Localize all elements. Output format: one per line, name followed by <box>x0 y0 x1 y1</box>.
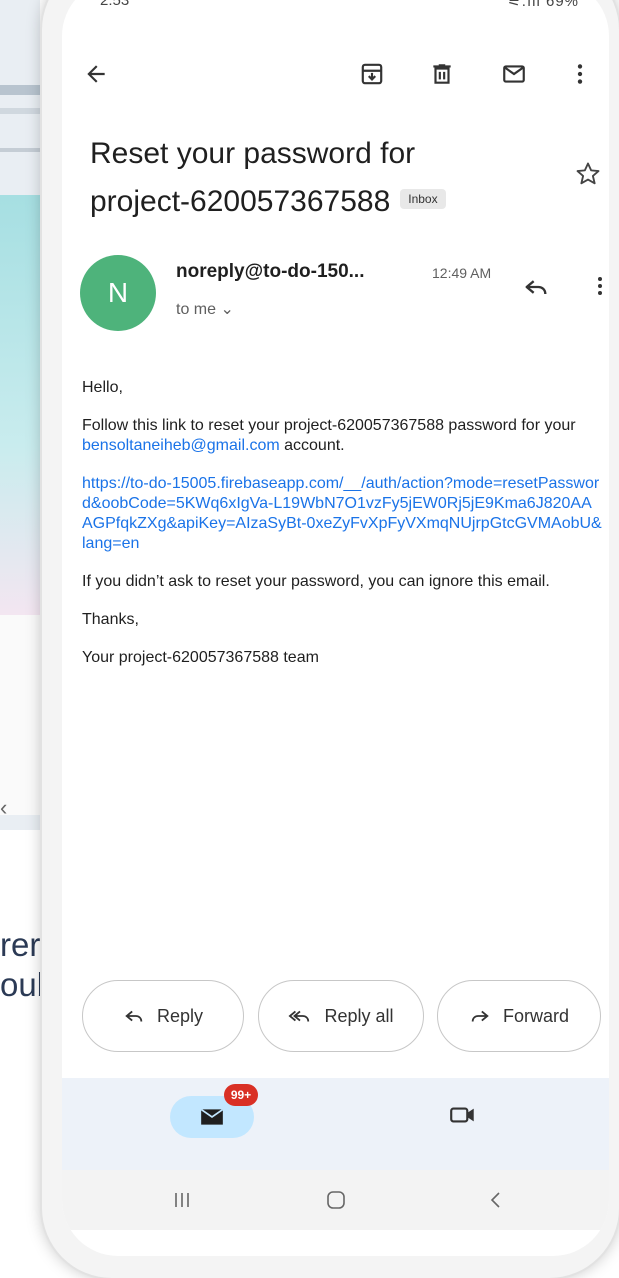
inbox-label-chip[interactable]: Inbox <box>400 189 446 210</box>
video-camera-icon <box>450 1107 474 1123</box>
recipient-details[interactable]: to me ⌄ <box>176 299 234 319</box>
reply-all-label: Reply all <box>324 1005 394 1026</box>
phone-screen: 2:53 ⚟.ıll 69% Reset your password for p… <box>62 0 609 1256</box>
more-vert-icon <box>577 64 583 84</box>
reset-link[interactable]: https://to-do-15005.firebaseapp.com/__/a… <box>82 474 602 554</box>
archive-icon <box>361 63 383 85</box>
subject-line: project-620057367588 Inbox <box>90 178 510 226</box>
reply-action-button[interactable]: Reply <box>82 980 244 1052</box>
mail-icon <box>503 65 525 83</box>
email-toolbar <box>62 48 609 104</box>
email-link[interactable]: bensoltaneiheb@gmail.com <box>82 437 280 454</box>
reply-actions: Reply Reply all Forward <box>82 980 609 1052</box>
body-paragraph: Follow this link to reset your project-6… <box>82 417 576 454</box>
reply-icon <box>525 280 547 295</box>
subject-line: Reset your password for <box>90 137 416 170</box>
background-bar <box>0 148 40 152</box>
background-graphic <box>0 195 40 615</box>
recents-button[interactable] <box>162 1184 202 1216</box>
trash-icon <box>433 64 451 84</box>
sender-row: N noreply@to-do-150... 12:49 AM to me ⌄ <box>80 255 609 335</box>
system-navigation-bar <box>62 1170 609 1230</box>
background-bar <box>0 108 40 114</box>
background-bar <box>0 85 40 95</box>
forward-button[interactable]: Forward <box>437 980 601 1052</box>
email-subject: Reset your password for project-62005736… <box>90 130 510 226</box>
avatar[interactable]: N <box>80 255 156 331</box>
star-icon <box>576 162 600 185</box>
arrow-left-icon <box>87 65 105 83</box>
more-options-button[interactable] <box>560 54 600 94</box>
background-window: ‹ <box>0 0 40 830</box>
greeting: Hello, <box>82 379 123 396</box>
delete-button[interactable] <box>422 54 462 94</box>
reply-button[interactable] <box>522 273 550 301</box>
reply-icon <box>125 1010 143 1022</box>
bottom-navigation: 99+ <box>62 1078 609 1170</box>
archive-button[interactable] <box>352 54 392 94</box>
message-more-button[interactable] <box>588 273 609 299</box>
chevron-left-icon: ‹ <box>0 795 8 820</box>
mark-unread-button[interactable] <box>494 54 534 94</box>
meet-tab[interactable] <box>448 1102 478 1128</box>
reply-label: Reply <box>156 1005 204 1026</box>
signature: Your project-620057367588 team <box>82 649 319 666</box>
subject-project: project-620057367588 <box>90 185 391 218</box>
more-vert-icon <box>598 277 602 295</box>
star-button[interactable] <box>574 160 602 188</box>
unread-badge: 99+ <box>224 1084 258 1106</box>
forward-label: Forward <box>502 1005 569 1026</box>
body-paragraph: If you didn’t ask to reset your password… <box>82 573 550 590</box>
reply-all-button[interactable]: Reply all <box>258 980 424 1052</box>
email-body: Hello, Follow this link to reset your pr… <box>82 378 602 686</box>
recents-icon <box>175 1193 189 1207</box>
background-card <box>0 615 40 815</box>
status-icons: ⚟.ıll 69% <box>507 0 579 10</box>
back-button[interactable] <box>76 54 116 94</box>
sender-address[interactable]: noreply@to-do-150... <box>176 261 365 283</box>
forward-icon <box>471 1010 489 1022</box>
thanks-text: Thanks, <box>82 611 139 628</box>
chevron-left-icon <box>490 1192 500 1208</box>
home-button[interactable] <box>316 1184 356 1216</box>
phone-frame: 2:53 ⚟.ıll 69% Reset your password for p… <box>42 0 619 1278</box>
mail-icon <box>200 1108 224 1125</box>
reply-all-icon <box>288 1010 310 1022</box>
email-time: 12:49 AM <box>432 265 492 281</box>
status-time: 2:53 <box>100 0 130 9</box>
home-icon <box>327 1191 345 1209</box>
status-bar: 2:53 ⚟.ıll 69% <box>62 0 609 16</box>
system-back-button[interactable] <box>476 1184 516 1216</box>
